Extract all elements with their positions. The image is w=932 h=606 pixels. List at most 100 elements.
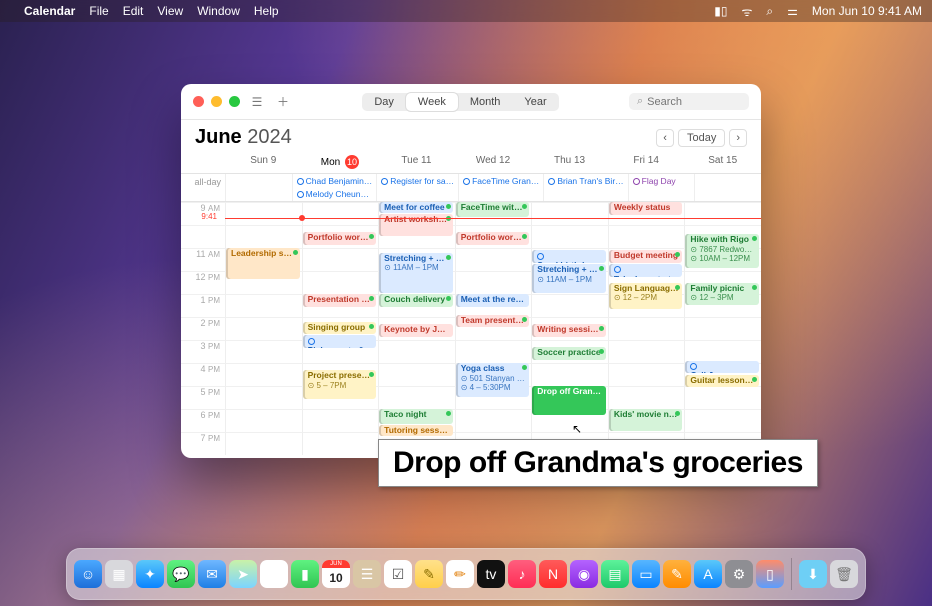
- dock-pages-icon[interactable]: ✎: [663, 560, 691, 588]
- app-menu[interactable]: Calendar: [24, 4, 75, 18]
- allday-event[interactable]: Brian Tran's Bir…: [545, 175, 626, 187]
- grid-slot[interactable]: [455, 340, 532, 363]
- calendar-event[interactable]: Taco night: [379, 409, 453, 424]
- dock-facetime-icon[interactable]: ▮: [291, 560, 319, 588]
- calendar-event[interactable]: Couch delivery: [379, 294, 453, 307]
- grid-slot[interactable]: [225, 202, 302, 225]
- window-close-button[interactable]: [193, 96, 204, 107]
- view-month[interactable]: Month: [458, 93, 513, 111]
- dock-messages-icon[interactable]: 💬: [167, 560, 195, 588]
- window-zoom-button[interactable]: [229, 96, 240, 107]
- calendar-event[interactable]: Meet at the res…: [456, 294, 530, 307]
- dock-photos-icon[interactable]: ✿: [260, 560, 288, 588]
- dock-maps-icon[interactable]: ➤: [229, 560, 257, 588]
- calendar-event[interactable]: Family picnic⊙ 12 – 3PM: [685, 283, 759, 305]
- window-minimize-button[interactable]: [211, 96, 222, 107]
- grid-slot[interactable]: [225, 409, 302, 432]
- search-input[interactable]: [647, 96, 737, 108]
- search-field[interactable]: ⌕: [629, 93, 749, 110]
- calendar-event[interactable]: Stretching + weights⊙ 11AM – 1PM: [532, 264, 606, 293]
- calendar-event[interactable]: Artist worksho…: [379, 214, 453, 236]
- calendar-event[interactable]: Pick up arts & …: [303, 335, 377, 348]
- allday-event[interactable]: Chad Benjamin…: [294, 175, 376, 187]
- calendar-event[interactable]: Team presenta…: [456, 315, 530, 328]
- calendar-event[interactable]: Meet for coffee: [379, 202, 453, 213]
- grid-slot[interactable]: [684, 386, 761, 409]
- menu-help[interactable]: Help: [254, 4, 279, 18]
- grid-slot[interactable]: [225, 340, 302, 363]
- dock-appstore-icon[interactable]: A: [694, 560, 722, 588]
- allday-cell[interactable]: Register for sa…: [376, 174, 458, 201]
- today-button[interactable]: Today: [678, 129, 725, 147]
- allday-event[interactable]: FaceTime Gran…: [460, 175, 542, 187]
- calendar-event[interactable]: FaceTime with…: [456, 202, 530, 217]
- allday-event[interactable]: Register for sa…: [378, 175, 457, 187]
- grid-slot[interactable]: [302, 432, 379, 455]
- calendar-event[interactable]: Yoga class⊙ 501 Stanyan St.,…⊙ 4 – 5:30P…: [456, 363, 530, 397]
- dock-music-icon[interactable]: ♪: [508, 560, 536, 588]
- calendar-event[interactable]: Weekly status: [609, 202, 683, 215]
- view-week[interactable]: Week: [406, 93, 458, 111]
- calendar-event[interactable]: Sign Language Club⊙ 12 – 2PM: [609, 283, 683, 310]
- dock-iphone-mirror-icon[interactable]: ▯: [756, 560, 784, 588]
- grid-slot[interactable]: [531, 363, 608, 386]
- dock-settings-icon[interactable]: ⚙: [725, 560, 753, 588]
- calendar-event[interactable]: Keynote by Ja…: [379, 324, 453, 337]
- calendar-event[interactable]: Kids' movie night: [609, 409, 683, 431]
- allday-cell[interactable]: [225, 174, 292, 201]
- dock-podcasts-icon[interactable]: ◉: [570, 560, 598, 588]
- grid-slot[interactable]: [225, 225, 302, 248]
- menu-view[interactable]: View: [157, 4, 183, 18]
- dock-safari-icon[interactable]: ✦: [136, 560, 164, 588]
- calendar-event[interactable]: Presentation p…: [303, 294, 377, 307]
- add-event-icon[interactable]: ＋: [274, 93, 292, 110]
- allday-event[interactable]: Melody Cheun…: [294, 188, 376, 200]
- week-grid[interactable]: 9 AM11 AM12 PM1 PM2 PM3 PM4 PM5 PM6 PM7 …: [181, 202, 761, 458]
- grid-slot[interactable]: [455, 271, 532, 294]
- grid-slot[interactable]: [302, 409, 379, 432]
- calendar-event[interactable]: Hike with Rigo⊙ 7867 Redwood…⊙ 10AM – 12…: [685, 234, 759, 268]
- calendar-event[interactable]: Send birthday…: [532, 250, 606, 263]
- grid-slot[interactable]: [531, 202, 608, 225]
- control-center-icon[interactable]: ⚌: [787, 4, 798, 18]
- dock-contacts-icon[interactable]: ☰: [353, 560, 381, 588]
- calendar-event[interactable]: Tutoring session: [379, 425, 453, 436]
- grid-slot[interactable]: [608, 386, 685, 409]
- calendar-event[interactable]: Stretching + weights⊙ 11AM – 1PM: [379, 253, 453, 293]
- calendar-event[interactable]: Soccer practice: [532, 347, 606, 360]
- view-day[interactable]: Day: [362, 93, 406, 111]
- dock-downloads-icon[interactable]: ⬇: [799, 560, 827, 588]
- allday-cell[interactable]: Brian Tran's Bir…: [543, 174, 627, 201]
- grid-slot[interactable]: [684, 409, 761, 432]
- grid-slot[interactable]: [302, 202, 379, 225]
- calendar-event[interactable]: Singing group: [303, 322, 377, 335]
- grid-slot[interactable]: [608, 317, 685, 340]
- grid-slot[interactable]: [531, 294, 608, 317]
- allday-cell[interactable]: FaceTime Gran…: [458, 174, 543, 201]
- grid-slot[interactable]: [684, 202, 761, 225]
- dock-calendar-icon[interactable]: JUN10: [322, 560, 350, 588]
- dock-finder-icon[interactable]: ☺: [74, 560, 102, 588]
- grid-slot[interactable]: [455, 248, 532, 271]
- battery-icon[interactable]: ▮▯: [714, 4, 727, 18]
- calendar-event[interactable]: Budget meeting: [609, 250, 683, 263]
- calendar-event[interactable]: Project presentations⊙ 5 – 7PM: [303, 370, 377, 399]
- allday-cell[interactable]: [694, 174, 761, 201]
- grid-slot[interactable]: [225, 294, 302, 317]
- grid-slot[interactable]: [684, 317, 761, 340]
- grid-slot[interactable]: [531, 225, 608, 248]
- grid-slot[interactable]: [378, 340, 455, 363]
- grid-slot[interactable]: [225, 386, 302, 409]
- calendar-event[interactable]: Portfolio work…: [456, 232, 530, 245]
- view-year[interactable]: Year: [512, 93, 558, 111]
- grid-slot[interactable]: [378, 386, 455, 409]
- dock-freeform-icon[interactable]: ✏: [446, 560, 474, 588]
- dock-notes-icon[interactable]: ✎: [415, 560, 443, 588]
- dock-news-icon[interactable]: N: [539, 560, 567, 588]
- dock-trash-icon[interactable]: 🗑: [830, 560, 858, 588]
- calendar-event[interactable]: Guitar lessons…: [685, 375, 759, 388]
- calendar-event[interactable]: Call Jenny: [685, 361, 759, 374]
- wifi-icon[interactable]: ᯤ: [741, 3, 752, 20]
- prev-week-button[interactable]: ‹: [656, 129, 674, 147]
- grid-slot[interactable]: [225, 432, 302, 455]
